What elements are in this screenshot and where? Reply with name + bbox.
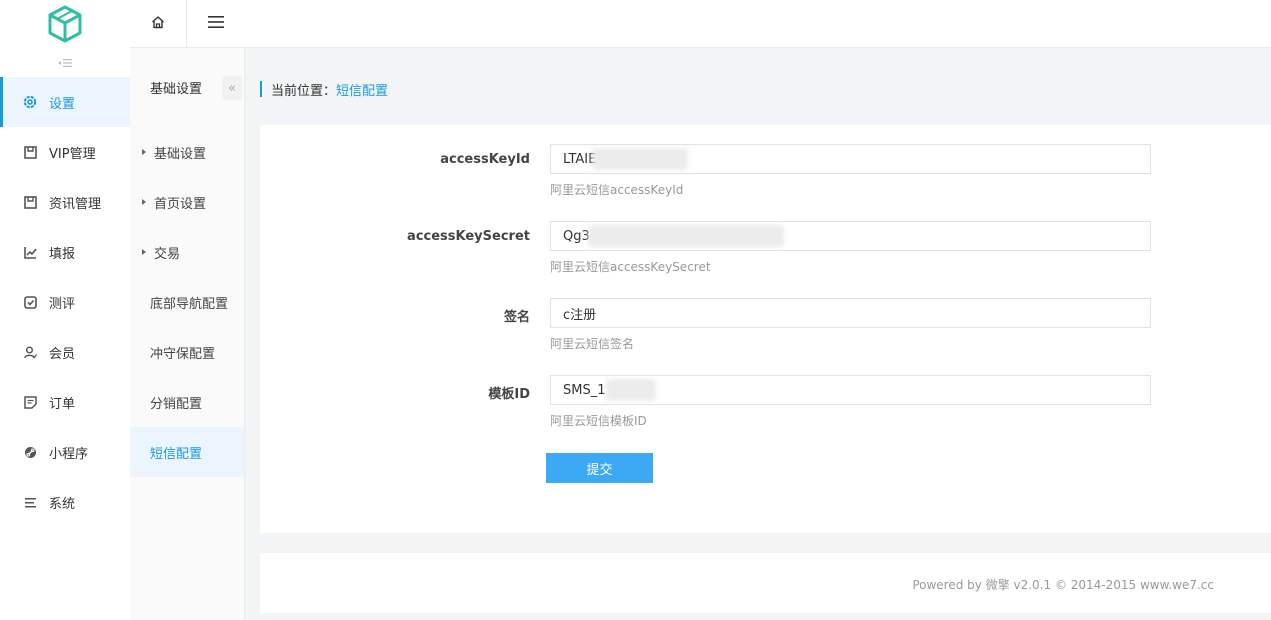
list-icon [22, 494, 38, 510]
subnav-collapse-icon[interactable]: « [222, 76, 242, 100]
sidebar-item-label: VIP管理 [49, 146, 96, 162]
access-key-id-label: accessKeyId [440, 152, 530, 167]
sidebar-item-system[interactable]: 系统 [0, 477, 130, 527]
sidebar-item-settings[interactable]: 设置 [0, 77, 130, 127]
chart-line-icon [22, 244, 38, 260]
subnav-item-guarantee[interactable]: 冲守保配置 [130, 327, 244, 377]
sidebar-item-label: 资讯管理 [49, 196, 102, 212]
sidebar-item-label: 小程序 [49, 446, 89, 462]
submit-button[interactable]: 提交 [546, 453, 653, 483]
subnav-item-label: 冲守保配置 [150, 346, 216, 362]
main-sidebar: 设置 VIP管理 资讯管理 填报 测评 会员 订单 小程序 系统 [0, 0, 130, 620]
gear-icon [22, 94, 38, 110]
link-icon [22, 444, 38, 460]
subnav-item-label: 分销配置 [150, 396, 203, 412]
home-icon [151, 15, 165, 33]
user-icon [22, 344, 38, 360]
sidebar-item-miniprogram[interactable]: 小程序 [0, 427, 130, 477]
sidebar-item-evaluation[interactable]: 测评 [0, 277, 130, 327]
breadcrumb-current[interactable]: 短信配置 [336, 80, 388, 99]
sub-nav: 基础设置 « 基础设置 首页设置 交易 底部导航配置 冲守保配置 分销配置 短信… [130, 48, 245, 620]
box-icon [22, 144, 38, 160]
subnav-item-trade[interactable]: 交易 [130, 227, 244, 277]
access-key-id-help: 阿里云短信accessKeyId [550, 183, 684, 197]
footer-copyright: Powered by 微擎 v2.0.1 © 2014-2015 www.we7… [912, 578, 1214, 592]
access-key-secret-value: Qg3 [563, 228, 590, 244]
subnav-item-label: 基础设置 [154, 146, 207, 162]
sidebar-collapse-icon[interactable] [0, 48, 130, 77]
subnav-item-label: 短信配置 [150, 446, 203, 462]
caret-right-icon [142, 249, 146, 255]
redaction-mask [588, 225, 784, 247]
signature-input[interactable]: c注册 [550, 298, 1151, 328]
breadcrumb: 当前位置： 短信配置 [260, 80, 388, 99]
subnav-item-sms[interactable]: 短信配置 [130, 427, 244, 477]
subnav-item-homepage[interactable]: 首页设置 [130, 177, 244, 227]
access-key-secret-help: 阿里云短信accessKeySecret [550, 260, 711, 274]
sidebar-item-label: 订单 [49, 396, 76, 412]
subnav-item-basic[interactable]: 基础设置 [130, 127, 244, 177]
box-icon [22, 194, 38, 210]
subnav-title: 基础设置 « [130, 48, 244, 127]
template-id-label: 模板ID [488, 387, 530, 402]
breadcrumb-prefix: 当前位置： [271, 83, 337, 99]
sidebar-item-label: 测评 [49, 296, 76, 312]
home-button[interactable] [130, 0, 187, 48]
sidebar-item-label: 设置 [49, 96, 76, 112]
sidebar-item-news[interactable]: 资讯管理 [0, 177, 130, 227]
check-square-icon [22, 294, 38, 310]
sidebar-item-vip[interactable]: VIP管理 [0, 127, 130, 177]
caret-right-icon [142, 199, 146, 205]
cube-logo[interactable] [0, 0, 130, 48]
footer: Powered by 微擎 v2.0.1 © 2014-2015 www.we7… [260, 553, 1271, 613]
sidebar-item-orders[interactable]: 订单 [0, 377, 130, 427]
sidebar-item-label: 系统 [49, 496, 76, 512]
top-bar [130, 0, 1271, 48]
subnav-item-distribution[interactable]: 分销配置 [130, 377, 244, 427]
document-icon [22, 394, 38, 410]
hamburger-icon [207, 16, 224, 32]
subnav-item-bottom-nav[interactable]: 底部导航配置 [130, 277, 244, 327]
signature-label: 签名 [503, 310, 530, 325]
signature-help: 阿里云短信签名 [550, 337, 635, 351]
template-id-help: 阿里云短信模板ID [550, 414, 647, 428]
template-id-value: SMS_1 [563, 382, 606, 398]
redaction-mask [606, 379, 656, 401]
signature-value: c注册 [563, 307, 597, 323]
sidebar-item-label: 会员 [49, 346, 76, 362]
subnav-item-label: 交易 [154, 246, 181, 262]
caret-right-icon [142, 149, 146, 155]
sidebar-item-report[interactable]: 填报 [0, 227, 130, 277]
sidebar-item-label: 填报 [49, 246, 76, 262]
menu-toggle-button[interactable] [187, 0, 244, 48]
subnav-item-label: 首页设置 [154, 196, 207, 212]
subnav-item-label: 底部导航配置 [150, 296, 229, 312]
sms-config-form: accessKeyId LTAIE 阿里云短信accessKeyId acces… [260, 125, 1271, 533]
access-key-secret-label: accessKeySecret [407, 229, 530, 244]
redaction-mask [592, 148, 688, 170]
subnav-title-text: 基础设置 [150, 82, 203, 97]
sidebar-item-members[interactable]: 会员 [0, 327, 130, 377]
